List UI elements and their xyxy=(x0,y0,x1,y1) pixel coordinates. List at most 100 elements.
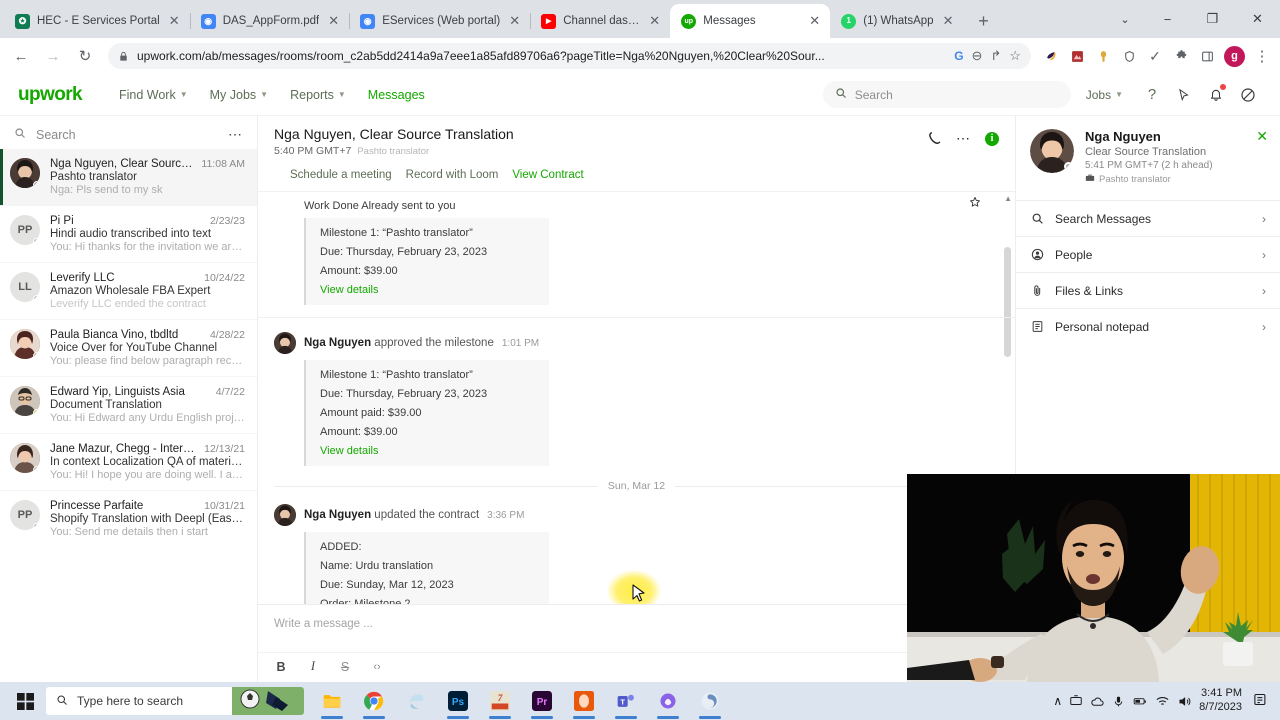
sidepanel-icon[interactable] xyxy=(1195,44,1219,68)
browser-tab-1[interactable]: ✪ HEC - E Services Portal ✕ xyxy=(4,4,191,38)
show-hidden-icons[interactable]: ∧ xyxy=(1053,694,1062,708)
global-search-input[interactable]: Search xyxy=(822,81,1071,108)
cursor-icon[interactable] xyxy=(1170,81,1198,109)
windows-start-icon[interactable] xyxy=(6,682,44,720)
google-chrome-icon[interactable] xyxy=(354,682,394,720)
tab-close-icon[interactable]: ✕ xyxy=(507,13,522,29)
tab-close-icon[interactable]: ✕ xyxy=(941,13,956,29)
forward-icon[interactable]: → xyxy=(38,41,68,71)
view-details-link[interactable]: View details xyxy=(320,284,535,296)
list-item[interactable]: Edward Yip, Linguists Asia 4/7/22 Docume… xyxy=(0,377,257,434)
record-with-loom-link[interactable]: Record with Loom xyxy=(406,169,499,181)
panel-item-label: Search Messages xyxy=(1055,211,1152,226)
address-bar[interactable]: upwork.com/ab/messages/rooms/room_c2ab5d… xyxy=(108,43,1031,69)
list-item[interactable]: Jane Mazur, Chegg - Internatio... 12/13/… xyxy=(0,434,257,491)
browser-tab-2[interactable]: ◉ DAS_AppForm.pdf ✕ xyxy=(190,4,351,38)
ellipsis-icon[interactable]: ⋯ xyxy=(956,130,971,147)
panel-item-search-messages[interactable]: Search Messages › xyxy=(1016,200,1280,236)
volume-icon[interactable] xyxy=(1177,694,1192,709)
notification-center-icon[interactable] xyxy=(1249,692,1268,710)
message-preline-text: Work Done Already sent to you xyxy=(304,200,456,212)
nav-find-work[interactable]: Find Work ▼ xyxy=(108,88,199,102)
schedule-meeting-link[interactable]: Schedule a meeting xyxy=(290,169,392,181)
taskbar-search-input[interactable]: Type here to search xyxy=(46,687,304,715)
photoshop-icon[interactable]: Ps xyxy=(438,682,478,720)
lastpass-icon[interactable] xyxy=(1091,44,1115,68)
puzzle-icon[interactable] xyxy=(1169,44,1193,68)
browser-tab-6[interactable]: 1 (1) WhatsApp ✕ xyxy=(830,4,963,38)
list-item[interactable]: PP Princesse Parfaite 10/31/21 Shopify T… xyxy=(0,491,257,547)
copilot-icon[interactable] xyxy=(648,682,688,720)
bold-icon[interactable]: B xyxy=(274,660,288,674)
message-block: Nga Nguyen updated the contract 3:36 PM … xyxy=(258,504,1015,604)
strikethrough-icon[interactable]: S xyxy=(338,660,352,674)
list-item[interactable]: Nga Nguyen, Clear Source Tra... 11:08 AM… xyxy=(0,149,257,206)
google-lens-icon[interactable]: G xyxy=(954,49,963,63)
back-icon[interactable]: ← xyxy=(6,41,36,71)
adblock-icon[interactable] xyxy=(1117,44,1141,68)
conversation-search[interactable]: Search ⋯ xyxy=(0,120,257,149)
share-icon[interactable]: ↱ xyxy=(990,48,1001,64)
reload-icon[interactable]: ↻ xyxy=(70,41,100,71)
tab-close-icon[interactable]: ✕ xyxy=(647,13,662,29)
chevron-right-icon: › xyxy=(1262,247,1266,262)
bell-icon[interactable] xyxy=(1202,81,1230,109)
message-input[interactable]: Write a message ... xyxy=(258,605,1015,652)
list-item[interactable]: Paula Bianca Vino, tbdltd 4/28/22 Voice … xyxy=(0,320,257,377)
upwork-logo[interactable]: upwork xyxy=(18,84,83,106)
check-icon[interactable]: ✓ xyxy=(1143,44,1167,68)
view-details-link[interactable]: View details xyxy=(320,445,535,457)
tab-close-icon[interactable]: ✕ xyxy=(167,13,182,29)
list-item-body: Leverify LLC 10/24/22 Amazon Wholesale F… xyxy=(50,272,245,310)
taskbar-clock[interactable]: 3:41 PM 8/7/2023 xyxy=(1199,687,1242,715)
zoom-out-icon[interactable]: ⊖ xyxy=(972,48,983,64)
tab-search-icon[interactable]: ⌄ xyxy=(1105,0,1145,38)
list-item[interactable]: PP Pi Pi 2/23/23 Hindi audio transcribed… xyxy=(0,206,257,263)
close-window-button[interactable]: ✕ xyxy=(1235,0,1280,38)
bookmark-icon[interactable]: ☆ xyxy=(1009,48,1021,64)
ellipsis-icon[interactable]: ⋯ xyxy=(228,126,243,143)
wifi-icon[interactable] xyxy=(1155,694,1170,709)
phone-icon[interactable] xyxy=(927,131,942,146)
jobs-dropdown[interactable]: Jobs ▼ xyxy=(1075,88,1134,102)
tab-close-icon[interactable]: ✕ xyxy=(807,13,822,29)
day-divider: Sun, Mar 12 xyxy=(274,480,1000,492)
profile-avatar[interactable]: g xyxy=(1224,45,1245,67)
profile-icon[interactable] xyxy=(1234,81,1262,109)
code-icon[interactable]: ‹› xyxy=(370,661,384,673)
minimize-button[interactable]: − xyxy=(1145,0,1190,38)
panel-item-people[interactable]: People › xyxy=(1016,236,1280,272)
display-icon[interactable] xyxy=(1069,694,1083,708)
info-icon[interactable]: i xyxy=(985,131,999,146)
honey-icon[interactable] xyxy=(1039,44,1063,68)
status-indicator xyxy=(33,523,40,530)
list-item[interactable]: LL Leverify LLC 10/24/22 Amazon Wholesal… xyxy=(0,263,257,320)
nav-messages[interactable]: Messages xyxy=(357,88,436,102)
premiere-pro-icon[interactable]: Pr xyxy=(522,682,562,720)
browser-menu-icon[interactable]: ⋮ xyxy=(1250,44,1274,68)
microsoft-teams-icon[interactable]: T xyxy=(606,682,646,720)
close-icon[interactable]: ✕ xyxy=(1256,128,1268,145)
edge-icon[interactable] xyxy=(396,682,436,720)
adobe-audition-icon[interactable] xyxy=(564,682,604,720)
question-mark-icon[interactable]: ? xyxy=(1138,81,1166,109)
new-tab-button[interactable]: + xyxy=(970,7,998,35)
battery-icon[interactable] xyxy=(1132,694,1148,708)
maximize-button[interactable]: ❐ xyxy=(1190,0,1235,38)
nav-my-jobs[interactable]: My Jobs ▼ xyxy=(199,88,279,102)
file-explorer-icon[interactable] xyxy=(312,682,352,720)
italic-icon[interactable]: I xyxy=(306,659,320,674)
browser-tab-5-active[interactable]: up Messages ✕ xyxy=(670,4,831,38)
browser-tab-4[interactable]: ▶ Channel dashboard - ✕ xyxy=(530,4,672,38)
panel-item-files-links[interactable]: Files & Links › xyxy=(1016,272,1280,308)
tab-close-icon[interactable]: ✕ xyxy=(326,13,341,29)
nav-reports[interactable]: Reports ▼ xyxy=(279,88,357,102)
browser-tab-3[interactable]: ◉ EServices (Web portal) ✕ xyxy=(349,4,532,38)
grammarly-icon[interactable] xyxy=(1065,44,1089,68)
camtasia-icon[interactable]: 7 xyxy=(480,682,520,720)
onedrive-icon[interactable] xyxy=(1090,694,1105,709)
mic-icon[interactable] xyxy=(1112,695,1125,708)
view-contract-link[interactable]: View Contract xyxy=(512,169,583,181)
panel-item-personal-notepad[interactable]: Personal notepad › xyxy=(1016,308,1280,344)
bittorrent-icon[interactable] xyxy=(690,682,730,720)
